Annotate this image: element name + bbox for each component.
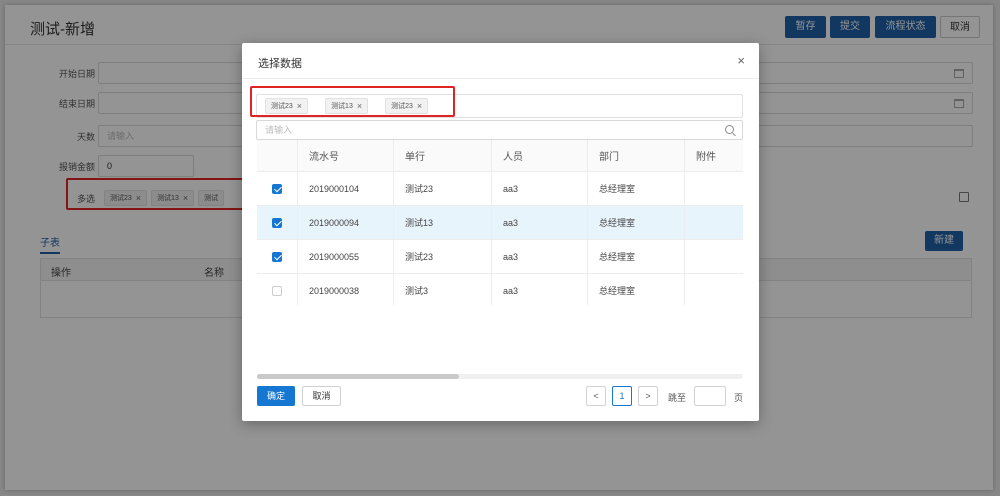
cell-serial: 2019000104 — [297, 172, 393, 205]
col-person: 人员 — [491, 140, 587, 171]
cell-dept: 总经理室 — [587, 206, 684, 239]
scrollbar-thumb[interactable] — [257, 374, 459, 379]
cell-single: 测试23 — [393, 172, 491, 205]
cell-serial: 2019000055 — [297, 240, 393, 273]
cell-dept: 总经理室 — [587, 172, 684, 205]
search-input[interactable] — [257, 121, 717, 139]
dialog-header: 选择数据 × — [242, 43, 759, 79]
header-checkbox-cell — [257, 140, 297, 171]
cell-single: 测试23 — [393, 240, 491, 273]
row-checkbox[interactable] — [272, 183, 282, 194]
page-1-button[interactable]: 1 — [612, 386, 632, 406]
table-header: 流水号 单行 人员 部门 附件 — [257, 140, 743, 172]
row-checkbox[interactable] — [272, 251, 282, 262]
close-icon[interactable]: × — [737, 53, 745, 68]
next-page-button[interactable]: > — [638, 386, 658, 406]
highlight-box — [250, 86, 455, 117]
col-attach: 附件 — [684, 140, 743, 171]
cell-attach — [684, 274, 743, 305]
search-icon[interactable] — [725, 125, 734, 134]
col-serial: 流水号 — [297, 140, 393, 171]
row-checkbox[interactable] — [272, 285, 282, 296]
cell-person: aa3 — [491, 240, 587, 273]
cell-dept: 总经理室 — [587, 274, 684, 305]
cell-attach — [684, 172, 743, 205]
row-checkbox[interactable] — [272, 217, 282, 228]
table-row[interactable]: 2019000104 测试23 aa3 总经理室 — [257, 172, 743, 206]
cell-serial: 2019000038 — [297, 274, 393, 305]
col-single: 单行 — [393, 140, 491, 171]
cell-single: 测试13 — [393, 206, 491, 239]
goto-page-input[interactable] — [694, 386, 726, 406]
prev-page-button[interactable]: < — [586, 386, 606, 406]
goto-label: 跳至 — [668, 393, 687, 403]
cell-attach — [684, 240, 743, 273]
cancel-button[interactable]: 取消 — [302, 386, 341, 406]
search-box — [256, 120, 743, 140]
table-row[interactable]: 2019000038 测试3 aa3 总经理室 — [257, 274, 743, 305]
col-dept: 部门 — [587, 140, 684, 171]
page-suffix-label: 页 — [734, 393, 744, 403]
dialog-title: 选择数据 — [258, 58, 302, 70]
confirm-button[interactable]: 确定 — [257, 386, 295, 406]
horizontal-scrollbar[interactable] — [257, 374, 743, 379]
data-table: 流水号 单行 人员 部门 附件 2019000104 测试23 aa3 总经理室… — [257, 140, 743, 305]
cell-person: aa3 — [491, 206, 587, 239]
table-row[interactable]: 2019000094 测试13 aa3 总经理室 — [257, 206, 743, 240]
table-row[interactable]: 2019000055 测试23 aa3 总经理室 — [257, 240, 743, 274]
cell-person: aa3 — [491, 172, 587, 205]
cell-dept: 总经理室 — [587, 240, 684, 273]
cell-attach — [684, 206, 743, 239]
cell-single: 测试3 — [393, 274, 491, 305]
cell-serial: 2019000094 — [297, 206, 393, 239]
cell-person: aa3 — [491, 274, 587, 305]
